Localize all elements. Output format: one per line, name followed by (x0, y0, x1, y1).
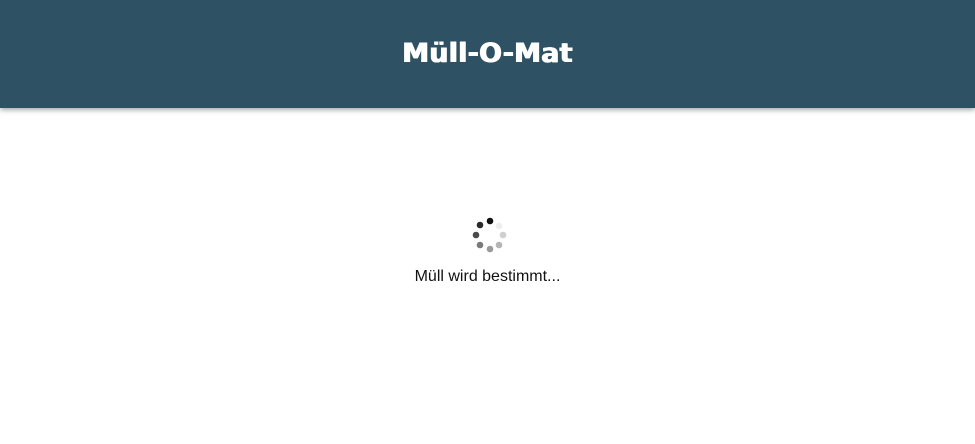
spinner-dot (476, 221, 483, 229)
spinner-dot (495, 241, 502, 249)
spinner-dot (499, 231, 506, 239)
spinner-dot (486, 245, 493, 253)
spinner-dot (495, 222, 502, 230)
spinner-dot (472, 231, 479, 239)
spinner-dot (476, 241, 483, 249)
loading-panel: Müll wird bestimmt... (0, 212, 975, 286)
loading-status-text: Müll wird bestimmt... (414, 268, 561, 285)
spinner-dot (486, 217, 493, 225)
app-header: Müll-O-Mat (0, 0, 975, 108)
app-title: Müll-O-Mat (402, 37, 573, 69)
loading-spinner-icon (472, 217, 506, 253)
